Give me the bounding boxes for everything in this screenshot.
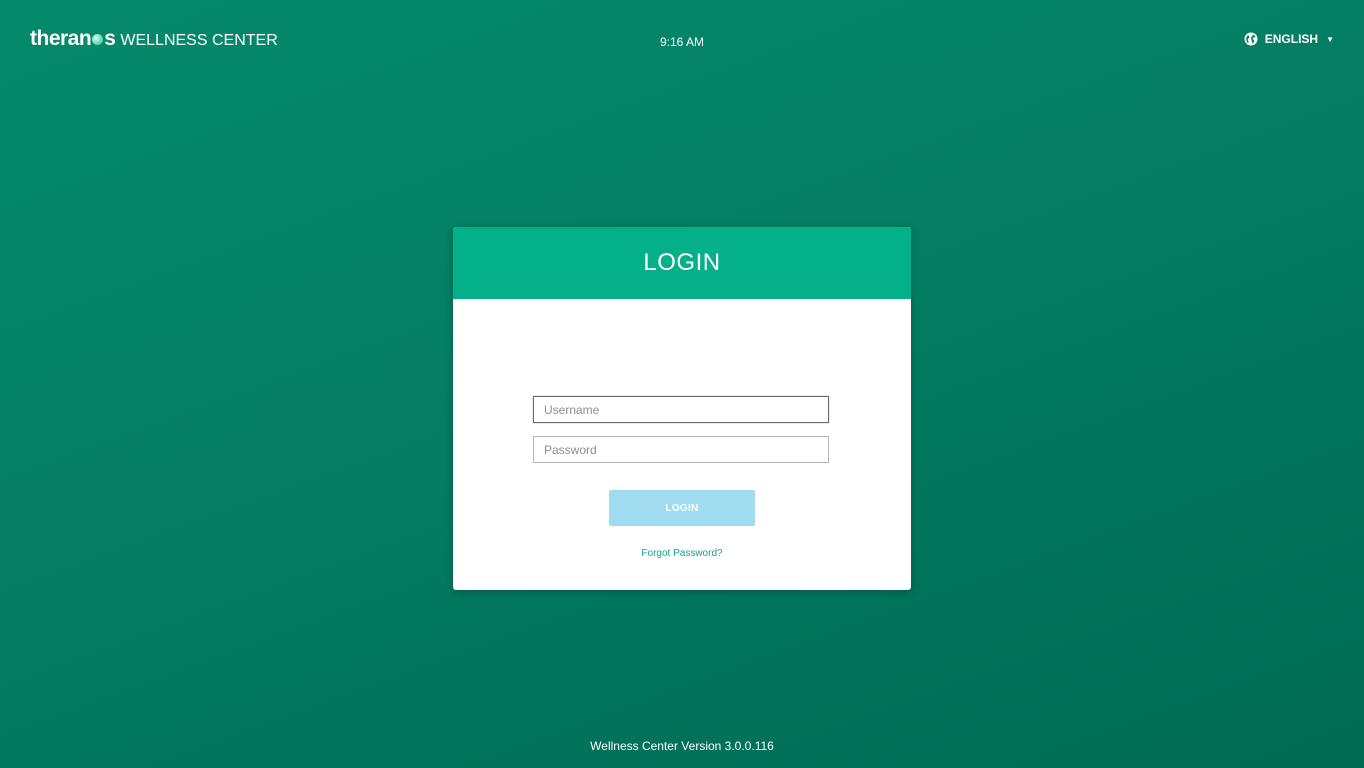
top-bar: theran s WELLNESS CENTER 9:16 AM ENGLISH…	[0, 0, 1364, 80]
login-card: LOGIN LOGIN Forgot Password?	[453, 227, 911, 590]
clock: 9:16 AM	[659, 35, 705, 49]
language-selector[interactable]: ENGLISH ▼	[1244, 32, 1334, 46]
login-card-header: LOGIN	[453, 227, 911, 299]
login-title: LOGIN	[643, 249, 721, 276]
login-button[interactable]: LOGIN	[609, 490, 755, 526]
username-input[interactable]	[533, 396, 829, 423]
version-label: Wellness Center Version 3.0.0.116	[590, 739, 774, 753]
globe-icon	[1244, 32, 1258, 46]
language-label: ENGLISH	[1264, 32, 1319, 46]
forgot-password-link[interactable]: Forgot Password?	[453, 548, 911, 559]
chevron-down-icon: ▼	[1326, 34, 1334, 44]
password-input[interactable]	[533, 436, 829, 463]
